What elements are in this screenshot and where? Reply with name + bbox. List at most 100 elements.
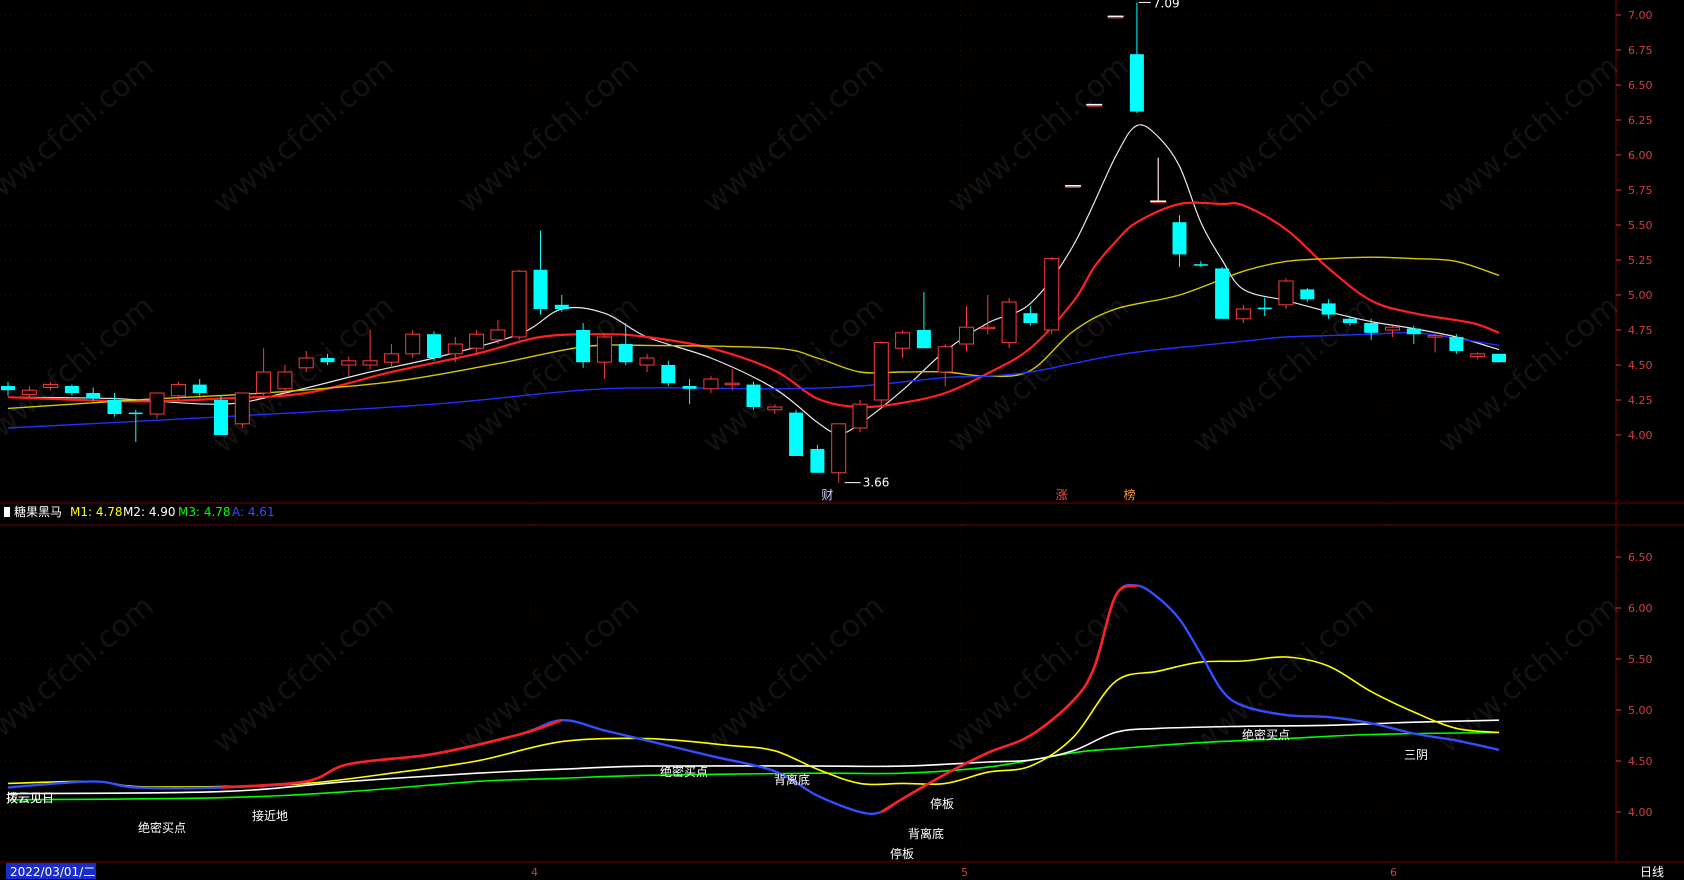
candle-down <box>1129 2 1144 113</box>
candle-body <box>192 384 207 393</box>
candle-body <box>469 333 485 349</box>
candle-body <box>596 336 612 363</box>
y-tick-label: 6.00 <box>1628 149 1653 162</box>
candle-body <box>1257 307 1272 310</box>
y-tick-label: 4.00 <box>1628 806 1653 819</box>
candle-body <box>298 357 314 369</box>
candle-body <box>1449 337 1464 351</box>
candle-body <box>852 403 868 429</box>
candle-body <box>1427 335 1443 338</box>
candle-body <box>511 270 527 338</box>
candle-body <box>1044 258 1060 331</box>
candle-body <box>1321 303 1336 315</box>
candle-body <box>320 358 335 363</box>
candle-up <box>490 320 506 344</box>
candle-body <box>1364 323 1379 333</box>
candle-body <box>661 365 676 384</box>
candle-up <box>1278 278 1294 309</box>
period-selector[interactable]: 日线 <box>1640 865 1664 879</box>
y-tick-label: 5.50 <box>1628 653 1653 666</box>
y-tick-label: 5.00 <box>1628 704 1653 717</box>
candle-body <box>447 343 463 355</box>
candle-body <box>639 357 655 366</box>
candle-body <box>576 330 591 363</box>
candle-up <box>234 392 250 428</box>
candle-up <box>852 400 868 433</box>
candle-body <box>937 346 953 373</box>
candle-body <box>533 269 548 309</box>
candle-down <box>214 395 228 435</box>
candle-down <box>789 409 804 456</box>
candle-body <box>64 386 79 393</box>
candle-body <box>86 393 101 399</box>
candle-down <box>1492 353 1506 363</box>
signal-label: 绝密买点 <box>1242 727 1290 742</box>
candle-body <box>1278 280 1294 306</box>
candle-body <box>1001 301 1017 344</box>
candle-body <box>724 382 740 386</box>
signal-label: 三阴 <box>1404 748 1428 762</box>
candle-body <box>234 392 250 425</box>
candle-body <box>1342 318 1357 323</box>
watermark-text: www.cfchi.com <box>1431 289 1626 460</box>
signal-label: 背离底 <box>774 772 810 787</box>
legend-m3: M3: 4.78 <box>178 505 231 519</box>
event-marker: 榜 <box>1124 487 1136 502</box>
candle-down <box>1172 215 1187 267</box>
legend-a: A: 4.61 <box>232 505 275 519</box>
candle-down <box>682 379 697 405</box>
watermark-text: www.cfchi.com <box>451 589 646 760</box>
candle-body <box>789 412 804 456</box>
indicator-marker-icon <box>4 507 10 517</box>
candle-down <box>533 230 548 315</box>
y-tick-label: 4.00 <box>1628 429 1653 442</box>
candle-body <box>810 449 825 473</box>
indicator-name[interactable]: 糖果黑马 <box>14 504 62 519</box>
candle-down <box>746 381 761 410</box>
candle-body <box>1215 268 1230 319</box>
candle-body <box>980 326 996 330</box>
signal-label: 接近地 <box>252 808 288 823</box>
candle-body <box>554 304 569 309</box>
candle-body <box>256 371 272 394</box>
candle-up <box>383 344 399 368</box>
candle-body <box>873 342 889 401</box>
candle-down <box>107 393 122 417</box>
month-tick: 5 <box>961 866 968 879</box>
candle-down <box>1215 267 1230 319</box>
candle-up <box>703 376 719 393</box>
candle-body <box>1235 308 1251 320</box>
watermark-text: www.cfchi.com <box>1431 49 1626 220</box>
candle-body <box>1492 353 1506 363</box>
signal-label: 停板 <box>890 846 914 861</box>
y-tick-label: 5.00 <box>1628 289 1653 302</box>
candle-up <box>937 344 953 386</box>
candle-body <box>895 332 911 349</box>
watermark-text: www.cfchi.com <box>941 49 1136 220</box>
y-tick-label: 4.50 <box>1628 359 1653 372</box>
watermark-text: www.cfchi.com <box>206 289 401 460</box>
signal-label: 拨云见日 <box>6 791 54 805</box>
candle-down <box>427 331 441 361</box>
stock-chart: www.cfchi.com www.cfchi.com www.cfchi.com w… <box>0 0 1684 880</box>
candle-body <box>1300 289 1315 300</box>
watermark-text: www.cfchi.com <box>451 49 646 220</box>
candle-body <box>959 326 974 345</box>
footer: 2022/03/01/二 4 5 6 日线 <box>0 861 1684 880</box>
signal-label: 绝密买点 <box>138 820 186 835</box>
watermark-text: www.cfchi.com <box>206 589 401 760</box>
event-marker: 涨 <box>1056 487 1068 502</box>
watermark-text: www.cfchi.com <box>1431 589 1626 760</box>
candle-body <box>128 412 143 415</box>
y-tick-label: 6.50 <box>1628 551 1653 564</box>
y-tick-label: 5.50 <box>1628 219 1653 232</box>
candle-up <box>1470 352 1486 360</box>
watermark-text: www.cfchi.com <box>0 49 161 220</box>
candle-down <box>916 292 931 349</box>
watermark-text: www.cfchi.com <box>206 49 401 220</box>
candle-down <box>661 360 676 386</box>
candle-up <box>639 353 655 372</box>
candle-body <box>682 386 697 389</box>
candle-body <box>341 360 357 366</box>
candle-down <box>1193 261 1208 267</box>
